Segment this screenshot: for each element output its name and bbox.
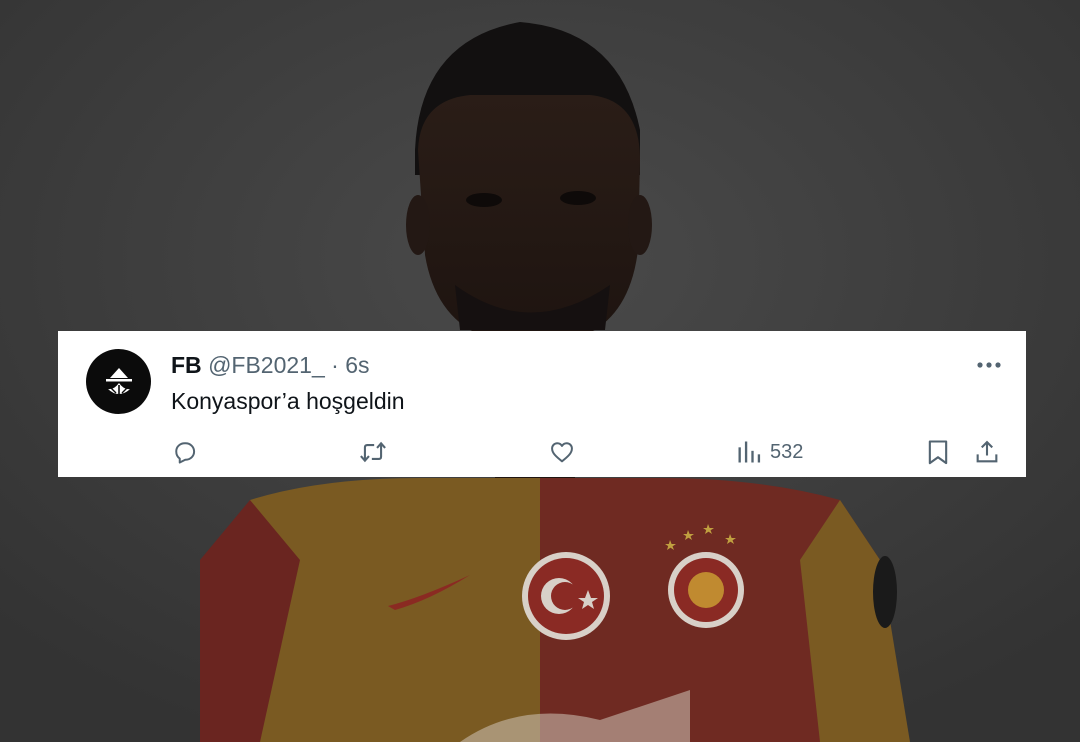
retweet-button[interactable] <box>358 437 388 467</box>
separator-dot: · <box>331 352 339 378</box>
logo-icon <box>105 367 132 397</box>
tweet-text: Konyaspor’a hoşgeldin <box>171 388 405 414</box>
views-count: 532 <box>770 440 804 463</box>
tweet-timestamp[interactable]: 6s <box>345 352 369 378</box>
tweet-card[interactable]: FB @FB2021_ · 6s Konyaspor’a hoşgeldin 5… <box>58 331 1026 477</box>
views-button[interactable]: 532 <box>736 437 803 467</box>
reply-button[interactable] <box>171 437 199 467</box>
more-dots-icon <box>977 362 1001 368</box>
screenshot-stage: FB @FB2021_ · 6s Konyaspor’a hoşgeldin 5… <box>0 0 1080 742</box>
retweet-icon <box>360 441 386 463</box>
user-handle[interactable]: @FB2021_ <box>208 352 325 378</box>
share-icon <box>976 440 998 463</box>
views-chart-icon <box>738 441 761 463</box>
display-name[interactable]: FB <box>171 352 202 378</box>
more-options-button[interactable] <box>974 353 1004 377</box>
avatar[interactable] <box>86 349 151 414</box>
like-button[interactable] <box>548 437 576 467</box>
bookmark-button[interactable] <box>925 437 951 467</box>
heart-icon <box>551 442 573 463</box>
tweet-header: FB @FB2021_ · 6s <box>171 351 370 379</box>
reply-icon <box>175 442 196 464</box>
bookmark-icon <box>928 440 948 465</box>
share-button[interactable] <box>973 437 1001 467</box>
